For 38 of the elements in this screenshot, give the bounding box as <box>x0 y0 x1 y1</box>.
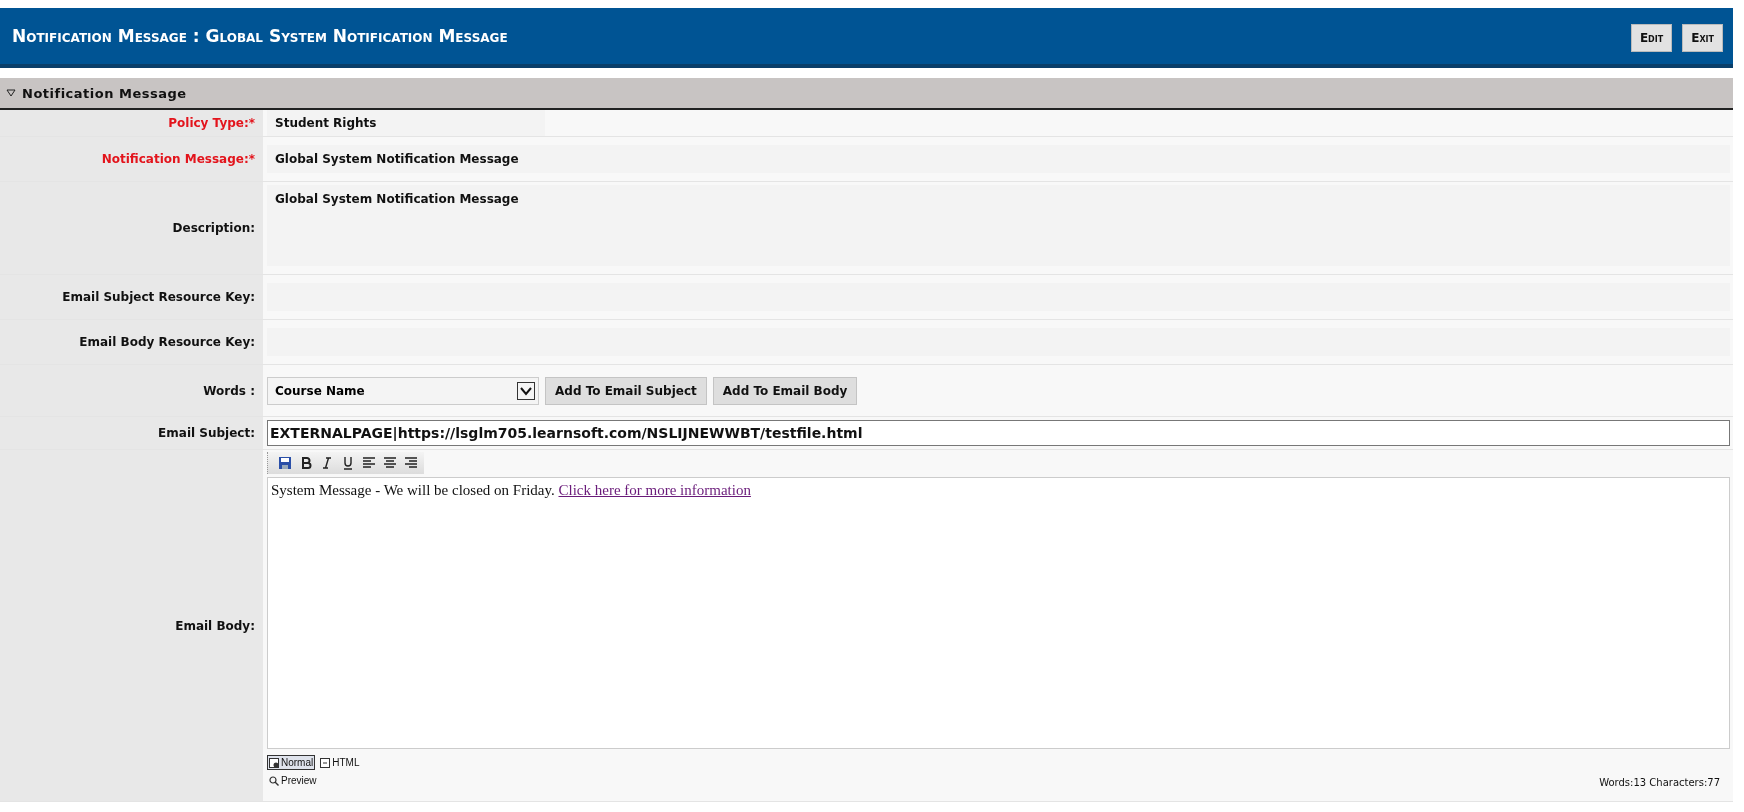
underline-icon[interactable] <box>341 456 355 470</box>
info-link[interactable]: Click here for more information <box>558 482 751 498</box>
align-right-icon[interactable] <box>404 456 418 470</box>
editor-mode-tab[interactable]: HTML <box>318 755 362 770</box>
align-left-icon[interactable] <box>362 456 376 470</box>
design-view-icon <box>269 757 279 768</box>
field-label: Notification Message:* <box>101 152 255 166</box>
collapse-icon <box>6 89 16 97</box>
readonly-field: Student Rights <box>267 110 545 136</box>
italic-icon[interactable] <box>320 456 334 470</box>
header-button[interactable]: Edit <box>1630 24 1673 52</box>
magnifier-icon <box>269 775 279 786</box>
section-header[interactable]: Notification Message <box>0 78 1733 110</box>
field-label: Policy Type:* <box>168 116 255 130</box>
add-word-button[interactable]: Add To Email Subject <box>545 376 707 405</box>
field-label: Email Body: <box>175 618 255 633</box>
add-word-button[interactable]: Add To Email Body <box>712 376 858 405</box>
section-title: Notification Message <box>22 85 187 101</box>
email-body-editor[interactable]: System Message - We will be closed on Friday. Click here for more information <box>267 477 1730 749</box>
field-label: Email Body Resource Key: <box>79 335 255 349</box>
field-label: Description: <box>172 221 255 235</box>
body-text: System Message - We will be closed on Friday. <box>271 482 556 498</box>
code-view-icon <box>320 757 331 768</box>
words-dropdown[interactable]: Course Name <box>267 376 539 405</box>
preview-tab[interactable]: Preview <box>267 773 362 788</box>
page-title: Notification Message : Global System Notification Message <box>12 26 508 46</box>
word-count-text: Words:13 Characters:77 <box>1599 777 1720 788</box>
field-label: Email Subject: <box>158 426 255 440</box>
readonly-textarea: Global System Notification Message <box>267 185 1730 266</box>
readonly-field: Global System Notification Message <box>267 145 1730 173</box>
header-button[interactable]: Exit <box>1682 24 1723 52</box>
bold-icon[interactable] <box>299 456 313 470</box>
email-subject-field[interactable]: EXTERNALPAGE|https://lsglm705.learnsoft.com/NSLIJNEWWBT/testfile.html <box>267 420 1730 446</box>
field-label: Words : <box>203 383 255 398</box>
save-icon[interactable] <box>278 456 292 470</box>
field-label: Email Subject Resource Key: <box>62 290 255 304</box>
align-center-icon[interactable] <box>383 456 397 470</box>
editor-mode-tab[interactable]: Normal <box>267 755 316 770</box>
